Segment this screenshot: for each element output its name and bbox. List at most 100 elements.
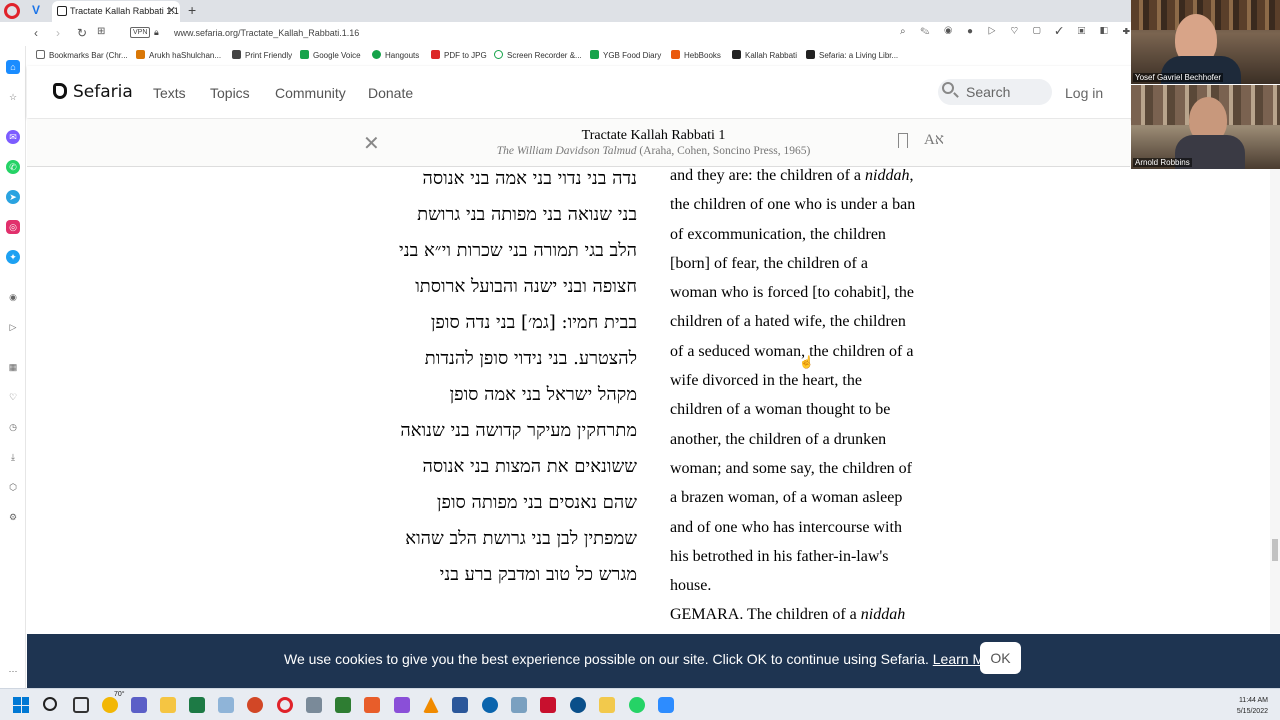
app-icon[interactable] xyxy=(570,697,586,713)
nav-topics[interactable]: Topics xyxy=(210,85,250,101)
english-line: children of a woman thought to be xyxy=(670,401,891,419)
camera-icon[interactable] xyxy=(306,697,322,713)
windows-start-icon[interactable] xyxy=(13,697,29,713)
whatsapp-icon[interactable] xyxy=(629,697,645,713)
settings-gear-icon[interactable]: ⚙ xyxy=(6,510,20,524)
player-icon[interactable]: ◉ xyxy=(6,290,20,304)
tab-close-icon[interactable]: ✕ xyxy=(167,4,176,17)
nav-texts[interactable]: Texts xyxy=(153,85,186,101)
speed-dial-icon[interactable]: ⊞ xyxy=(97,26,105,37)
english-line: wife divorced in the heart, the xyxy=(670,372,862,390)
video-tile-participant2[interactable]: Arnold Robbins xyxy=(1131,85,1280,169)
hebrew-line: שמפתין לבן בני גרושת הלב שהוא xyxy=(405,528,637,549)
app-icon[interactable] xyxy=(540,697,556,713)
app-icon[interactable] xyxy=(364,697,380,713)
nav-community[interactable]: Community xyxy=(275,85,346,101)
vpn-badge[interactable]: VPN xyxy=(130,27,151,38)
new-tab-icon[interactable]: + xyxy=(188,2,196,18)
bookmark-item[interactable]: Sefaria: a Living Libr... xyxy=(806,50,898,60)
hebrew-text-column[interactable]: נדה בני נדוי בני אמה בני אנוסה בני שנואה… xyxy=(357,167,637,593)
back-icon[interactable]: ‹ xyxy=(34,26,38,40)
home-icon[interactable]: ⌂ xyxy=(6,60,20,74)
opera-logo-icon[interactable] xyxy=(4,3,20,19)
url-field[interactable]: www.sefaria.org/Tractate_Kallah_Rabbati.… xyxy=(174,28,359,38)
twitter-icon[interactable]: ✦ xyxy=(6,250,20,264)
bookmark-item[interactable]: Print Friendly xyxy=(232,50,292,60)
bookmark-item[interactable]: Hangouts xyxy=(372,50,419,60)
app-icon[interactable] xyxy=(511,697,527,713)
word-icon[interactable] xyxy=(452,697,468,713)
bookmark-item[interactable]: HebBooks xyxy=(671,50,721,60)
sefaria-logo-icon[interactable] xyxy=(53,83,67,99)
search-icon[interactable] xyxy=(43,697,57,711)
task-view-icon[interactable] xyxy=(73,697,89,713)
version-subtitle[interactable]: The William Davidson Talmud (Araha, Cohe… xyxy=(27,145,1280,157)
english-line: woman; and some say, the children of xyxy=(670,459,913,477)
login-link[interactable]: Log in xyxy=(1065,85,1103,101)
excel-icon[interactable] xyxy=(189,697,205,713)
app-icon[interactable] xyxy=(335,697,351,713)
cookie-message: We use cookies to give you the best expe… xyxy=(284,651,1008,667)
bookmarks-bar: Bookmarks Bar (Chr... Arukh haShulchan..… xyxy=(26,46,1280,66)
sefaria-logo-text[interactable]: Sefaria xyxy=(73,82,133,102)
tab-title: Tractate Kallah Rabbati 1:1 xyxy=(70,6,179,16)
app-icon[interactable] xyxy=(482,697,498,713)
sefaria-header: Sefaria Texts Topics Community Donate Se… xyxy=(27,66,1280,118)
text-title[interactable]: Tractate Kallah Rabbati 1 xyxy=(27,128,1280,144)
app-icon[interactable] xyxy=(394,697,410,713)
extension-icons[interactable]: ⌕ ✎ ◉ ● ▷ ♡ ▢ ✓ ▣ ◧ ✚ ◩ xyxy=(900,26,1159,37)
folder-icon[interactable] xyxy=(599,697,615,713)
more-icon[interactable]: ⋯ xyxy=(6,664,20,678)
folder-icon xyxy=(36,50,45,59)
heart-icon xyxy=(671,50,680,59)
telegram-icon[interactable]: ➤ xyxy=(6,190,20,204)
vlc-icon[interactable] xyxy=(423,697,439,713)
bookmark-item[interactable]: Bookmarks Bar (Chr... xyxy=(36,50,128,60)
send-icon[interactable]: ▷ xyxy=(6,320,20,334)
bookmark-item[interactable]: Screen Recorder &... xyxy=(494,50,582,60)
vivaldi-v-icon[interactable]: V xyxy=(32,3,40,17)
bookmark-icon[interactable] xyxy=(898,133,908,148)
english-line: house. xyxy=(670,577,712,595)
zoom-icon[interactable] xyxy=(658,697,674,713)
powerpoint-icon[interactable] xyxy=(247,697,263,713)
download-icon[interactable]: ⤓ xyxy=(6,450,20,464)
heart-icon[interactable]: ♡ xyxy=(6,390,20,404)
text-options-icon[interactable]: Aא xyxy=(924,132,944,149)
hebrew-line: בני שנואה בני מפותה בני גרושת xyxy=(417,204,637,225)
bookmark-item[interactable]: Kallah Rabbati xyxy=(732,50,797,60)
english-line: of a seduced woman, the children of a xyxy=(670,342,914,360)
teams-icon[interactable] xyxy=(131,697,147,713)
english-line: and of one who has intercourse with xyxy=(670,518,902,536)
photos-icon[interactable] xyxy=(218,697,234,713)
forward-icon[interactable]: › xyxy=(56,26,60,40)
nav-donate[interactable]: Donate xyxy=(368,85,413,101)
weather-icon[interactable] xyxy=(102,697,118,713)
bookmark-item[interactable]: PDF to JPG xyxy=(431,50,487,60)
cube-icon[interactable]: ⬡ xyxy=(6,480,20,494)
windows-taskbar: 70° 11:44 AM 5/15/2022 xyxy=(0,688,1280,720)
cookie-ok-button[interactable]: OK xyxy=(980,642,1021,674)
hebrew-line: ששונאים את המצות בני אנוסה xyxy=(422,456,637,477)
browser-tab[interactable]: Tractate Kallah Rabbati 1:1 ✕ xyxy=(52,1,180,22)
system-clock[interactable]: 11:44 AM 5/15/2022 xyxy=(1237,695,1268,717)
whatsapp-icon[interactable]: ✆ xyxy=(6,160,20,174)
search-input[interactable]: Search xyxy=(938,79,1052,105)
star-icon[interactable]: ☆ xyxy=(6,90,20,104)
instagram-icon[interactable]: ◎ xyxy=(6,220,20,234)
video-tile-participant1[interactable]: Yosef Gavriel Bechhofer xyxy=(1131,0,1280,84)
reload-icon[interactable]: ↻ xyxy=(77,26,87,40)
bookmark-item[interactable]: Google Voice xyxy=(300,50,361,60)
page-scrollbar[interactable] xyxy=(1270,167,1280,633)
bookmark-icon xyxy=(232,50,241,59)
history-icon[interactable]: ◷ xyxy=(6,420,20,434)
english-text-column[interactable]: and they are: the children of a niddah, … xyxy=(670,167,960,630)
grid-icon[interactable]: ▦ xyxy=(6,360,20,374)
bookmark-item[interactable]: Arukh haShulchan... xyxy=(136,50,221,60)
file-explorer-icon[interactable] xyxy=(160,697,176,713)
opera-taskbar-icon[interactable] xyxy=(277,697,293,713)
messenger-icon[interactable]: ✉ xyxy=(6,130,20,144)
scrollbar-thumb[interactable] xyxy=(1272,539,1278,561)
bookmark-item[interactable]: YGB Food Diary xyxy=(590,50,661,60)
lock-icon[interactable]: 🔒︎ xyxy=(154,27,159,38)
